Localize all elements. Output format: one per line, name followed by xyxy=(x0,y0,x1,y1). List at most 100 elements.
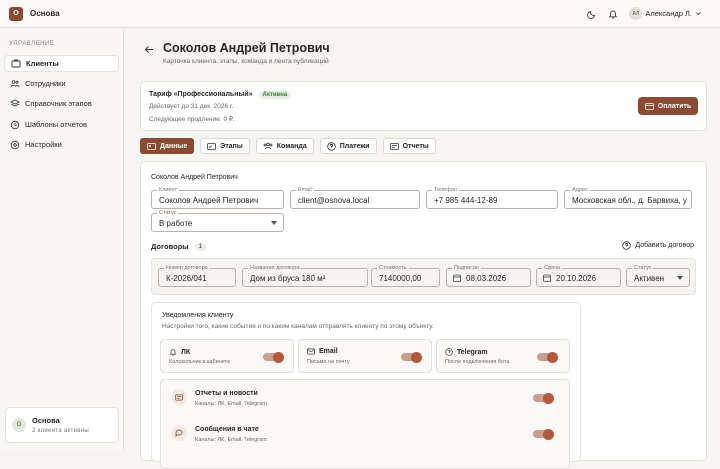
email-field[interactable]: Email client@osnova.local xyxy=(290,187,420,209)
field-value: 7140000,00 xyxy=(379,274,422,283)
mail-icon xyxy=(307,348,315,355)
client-name-field[interactable]: Клиент Соколов Андрей Петрович xyxy=(151,187,284,209)
sidebar-item-label: Настройки xyxy=(25,140,62,149)
tab-payments[interactable]: Платежи xyxy=(319,138,377,154)
add-contract-button[interactable]: Добавить договор xyxy=(622,241,694,250)
field-label: Адрес xyxy=(570,187,590,193)
contract-cost-field[interactable]: Стоимость 7140000,00 xyxy=(371,265,440,287)
team-icon xyxy=(263,142,273,150)
contract-number-field[interactable]: Номер договора К-2026/041 xyxy=(158,265,236,287)
tab-label: Платежи xyxy=(339,142,370,150)
workspace-avatar: О xyxy=(12,418,26,432)
channel-email-toggle[interactable] xyxy=(401,351,422,363)
plan-name-row: Тариф «Профессиональный» Активна xyxy=(149,91,292,99)
app-logo[interactable]: О xyxy=(9,6,23,21)
pay-button[interactable]: Оплатить xyxy=(638,97,698,115)
channel-name: Email xyxy=(319,348,338,355)
tab-label: Отчеты xyxy=(402,142,429,150)
page-title: Соколов Андрей Петрович xyxy=(163,41,330,55)
sidebar-item-stages[interactable]: Справочник этапов xyxy=(4,95,119,112)
report-icon xyxy=(389,142,399,150)
list-item: Отчеты и новости Каналы: ЛК, Email, Tele… xyxy=(161,380,569,416)
caret-down-icon xyxy=(271,221,277,225)
tab-data[interactable]: Данные xyxy=(140,138,195,154)
sidebar-item-settings[interactable]: Настройки xyxy=(4,136,119,153)
back-arrow-icon[interactable] xyxy=(144,45,154,54)
app-name[interactable]: Основа xyxy=(30,9,60,18)
notifications-subtitle: Настройки того, какие события и по каким… xyxy=(162,323,434,330)
workspace-title: Основа xyxy=(32,416,60,425)
help-circle-icon xyxy=(622,241,632,250)
contracts-count-badge: 1 xyxy=(194,242,207,251)
pay-button-label: Оплатить xyxy=(657,102,692,110)
main-content: Соколов Андрей Петрович Карточка клиента… xyxy=(124,28,720,469)
field-label: Email xyxy=(296,187,314,193)
field-value: В работе xyxy=(159,219,193,228)
channel-telegram-toggle[interactable] xyxy=(537,351,558,363)
status-badge: Активна xyxy=(258,91,292,99)
event-reports-toggle[interactable] xyxy=(533,392,554,404)
field-value: +7 985 444-12-89 xyxy=(434,196,498,205)
channel-title-row: ЛК xyxy=(169,348,190,356)
checklist-icon xyxy=(207,142,217,150)
sidebar-item-staff[interactable]: Сотрудники xyxy=(4,75,119,92)
phone-field[interactable]: Телефон +7 985 444-12-89 xyxy=(426,187,558,209)
channel-lk-toggle[interactable] xyxy=(263,351,284,363)
sidebar-item-label: Сотрудники xyxy=(25,79,66,88)
user-menu[interactable]: АЛ Александр Л. xyxy=(629,7,702,20)
tab-label: Команда xyxy=(276,142,307,150)
field-label: Сдача xyxy=(542,265,563,271)
bell-icon xyxy=(169,349,177,356)
tab-reports[interactable]: Отчеты xyxy=(382,138,436,154)
sidebar-item-templates[interactable]: Шаблоны отчетов xyxy=(4,116,119,133)
contract-name-field[interactable]: Название договора Дом из бруса 180 м² xyxy=(242,265,368,287)
event-chat-toggle[interactable] xyxy=(533,428,554,440)
notifications-bell-icon[interactable] xyxy=(608,9,618,19)
field-value: Дом из бруса 180 м² xyxy=(250,274,326,283)
contract-signed-date-field[interactable]: Подписан 08.03.2026 xyxy=(446,265,531,287)
theme-toggle-icon[interactable] xyxy=(587,9,597,19)
top-actions: АЛ Александр Л. xyxy=(587,7,702,20)
top-bar: О Основа АЛ Александр Л. xyxy=(0,0,720,28)
sidebar-item-label: Шаблоны отчетов xyxy=(25,120,88,129)
workspace-subtitle: 2 клиента активны xyxy=(32,428,89,434)
field-label: Подписан xyxy=(452,265,481,271)
status-select[interactable]: Статус В работе xyxy=(151,210,284,232)
contract-status-select[interactable]: Статус Активен xyxy=(626,265,690,287)
channel-desc: Колокольчик в кабинете xyxy=(169,359,231,365)
stages-icon xyxy=(9,99,21,108)
channel-desc: Письмо на почту xyxy=(307,359,350,365)
channel-title-row: Telegram xyxy=(445,348,488,356)
channel-desc: После подключения бота xyxy=(445,359,510,365)
sidebar: УПРАВЛЕНИЕ Клиенты Сотрудники Справочник… xyxy=(0,28,124,450)
plan-name: Тариф «Профессиональный» xyxy=(149,91,253,98)
contract-delivery-date-field[interactable]: Сдача 20.10.2026 xyxy=(536,265,621,287)
address-field[interactable]: Адрес Московская обл., д. Барвиха, ул. Л… xyxy=(564,187,692,209)
sidebar-section-title: УПРАВЛЕНИЕ xyxy=(9,41,55,47)
id-card-icon xyxy=(147,142,156,150)
workspace-card[interactable]: О Основа 2 клиента активны xyxy=(5,407,119,443)
field-label: Номер договора xyxy=(164,265,210,271)
list-item: Сообщения в чате Каналы: ЛК, Email, Tele… xyxy=(161,416,569,452)
field-label: Стоимость xyxy=(377,265,409,271)
user-avatar: АЛ xyxy=(629,7,643,20)
tab-label: Данные xyxy=(160,142,188,150)
field-label: Статус xyxy=(632,265,654,271)
event-channels: Каналы: ЛК, Email, Telegram xyxy=(195,437,267,443)
clients-icon xyxy=(10,59,22,68)
tab-team[interactable]: Команда xyxy=(255,138,314,154)
client-section-label: Соколов Андрей Петрович xyxy=(151,174,238,181)
event-channels: Каналы: ЛК, Email, Telegram xyxy=(195,401,267,407)
chevron-down-icon xyxy=(696,12,701,16)
channel-card-lk: ЛК Колокольчик в кабинете xyxy=(160,339,294,373)
calendar-icon xyxy=(543,274,551,282)
event-title: Отчеты и новости xyxy=(195,390,258,397)
user-name: Александр Л. xyxy=(645,9,692,18)
channel-title-row: Email xyxy=(307,348,338,355)
tab-stages[interactable]: Этапы xyxy=(200,138,250,154)
sidebar-item-clients[interactable]: Клиенты xyxy=(4,55,119,72)
sidebar-item-label: Справочник этапов xyxy=(25,99,92,108)
help-circle-icon xyxy=(327,141,336,151)
notifications-card: Уведомления клиенту Настройки того, каки… xyxy=(151,302,581,469)
contract-row: Номер договора К-2026/041 Название догов… xyxy=(151,258,696,295)
